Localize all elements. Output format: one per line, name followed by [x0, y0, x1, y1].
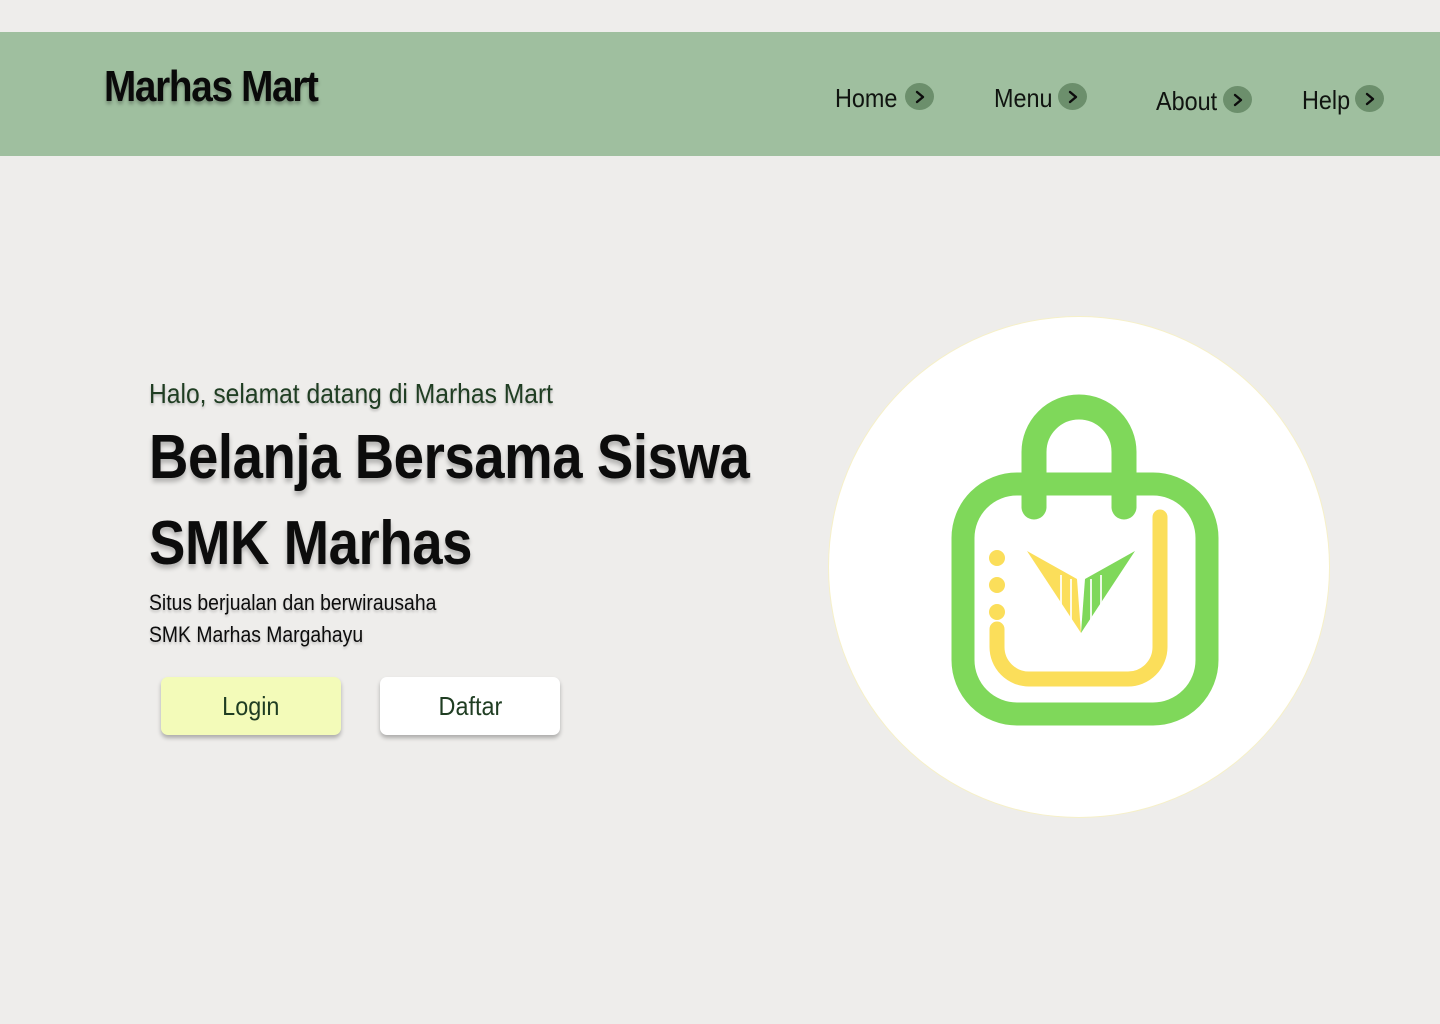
chevron-right-icon[interactable]: [1355, 85, 1384, 112]
description-line-1: Situs berjualan dan berwirausaha: [149, 590, 437, 615]
top-navbar: Marhas Mart Home Menu About Help: [0, 32, 1440, 156]
brand-title[interactable]: Marhas Mart: [104, 62, 319, 112]
nav-label: Menu: [994, 82, 1053, 113]
nav-item-help[interactable]: Help: [1302, 83, 1386, 117]
description-line-2: SMK Marhas Margahayu: [149, 622, 364, 647]
nav-item-about[interactable]: About: [1156, 84, 1254, 118]
greeting-text: Halo, selamat datang di Marhas Mart: [149, 378, 554, 409]
nav-item-menu[interactable]: Menu: [994, 81, 1088, 115]
shopping-bag-logo-icon: [951, 394, 1219, 726]
register-button-label: Daftar: [438, 690, 502, 721]
nav-label: Home: [835, 82, 898, 113]
chevron-right-icon[interactable]: [905, 83, 934, 110]
headline-line-1: Belanja Bersama Siswa: [149, 423, 750, 492]
nav-item-home[interactable]: Home: [835, 81, 935, 115]
logo-circle: [829, 317, 1329, 817]
register-button[interactable]: Daftar: [380, 677, 560, 735]
login-button[interactable]: Login: [161, 677, 341, 735]
login-button-label: Login: [222, 690, 280, 721]
chevron-right-icon[interactable]: [1058, 83, 1087, 110]
chevron-right-icon[interactable]: [1223, 86, 1252, 113]
nav-label: About: [1156, 85, 1218, 116]
nav-label: Help: [1302, 84, 1351, 115]
headline-line-2: SMK Marhas: [149, 509, 473, 578]
